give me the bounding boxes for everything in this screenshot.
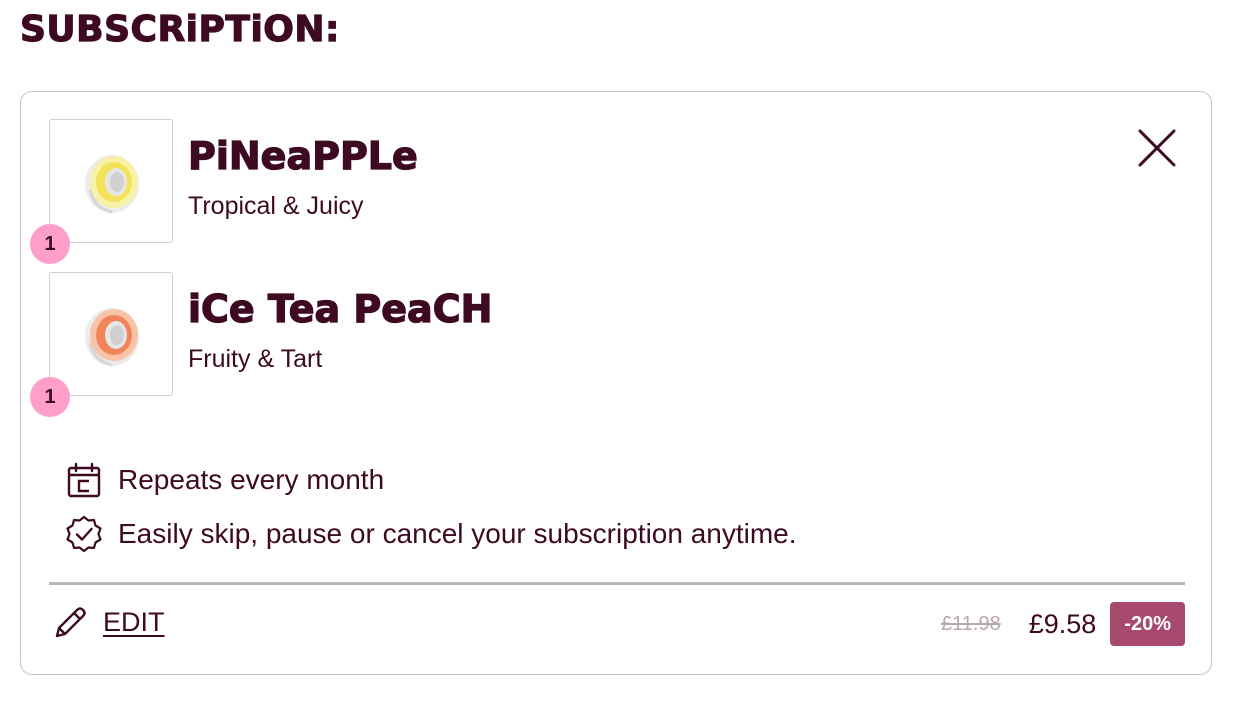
item-description: Fruity & Tart [188,345,323,373]
pencil-icon [53,604,89,640]
flexibility-text: Easily skip, pause or cancel your subscr… [118,518,797,549]
product-image: 1 [30,272,173,417]
discounted-price: £9.58 [1028,608,1097,639]
original-price: £11.98 [941,612,1001,635]
edit-subscription-link[interactable]: EDIT [53,602,165,642]
ice-tea-peach-pod-image [85,308,139,367]
close-icon [1138,129,1176,167]
flexibility-info: Easily skip, pause or cancel your subscr… [65,514,797,554]
calendar-icon [65,461,103,499]
pineapple-pod-image [85,155,139,214]
subscription-card: 1 PiNeaPPLe Tropical & Juicy 1 iCe Tea P… [20,91,1212,675]
repeat-text: Repeats every month [118,464,385,495]
quantity-badge: 1 [30,224,70,264]
product-image: 1 [30,119,173,264]
quantity-badge: 1 [30,377,70,417]
subscription-item-ice-tea-peach: 1 iCe Tea PeaCH Fruity & Tart [30,272,649,417]
price-block: £11.98 £9.58 -20% [941,602,1185,646]
discount-badge: -20% [1110,602,1185,646]
page-title: SUBSCRiPTiON: [19,8,340,50]
subscription-item-pineapple: 1 PiNeaPPLe Tropical & Juicy [30,119,649,264]
item-description: Tropical & Juicy [188,192,364,220]
divider [49,582,1185,585]
item-name: PiNeaPPLe [187,133,418,178]
item-name: iCe Tea PeaCH [187,286,493,331]
edit-label: EDIT [103,606,165,637]
verified-badge-icon [65,515,103,553]
remove-subscription-button[interactable] [1135,126,1179,170]
repeat-info: Repeats every month [65,460,384,500]
